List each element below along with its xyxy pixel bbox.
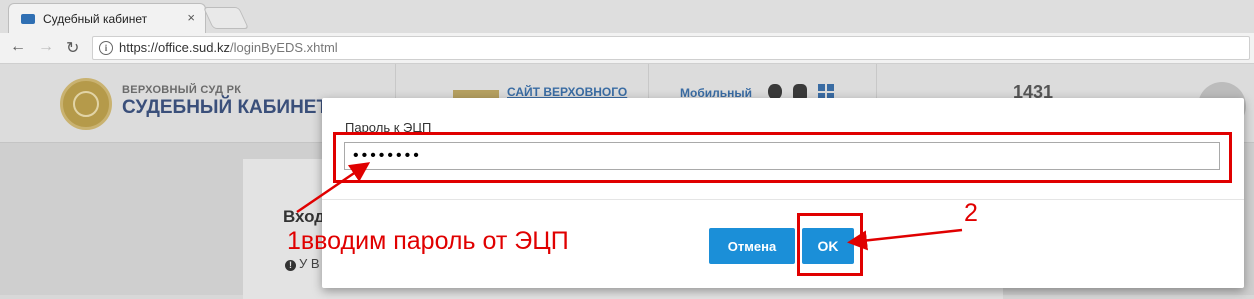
emblem-inner [73,91,99,117]
ok-highlight-box [797,213,863,276]
dialog-divider [322,199,1244,200]
browser-tab[interactable]: Судебный кабинет × [8,3,206,34]
password-dialog: Пароль к ЭЦП Отмена OK [322,98,1244,288]
password-highlight-box [333,132,1232,183]
emblem-icon [60,78,112,130]
url-host: https://office.sud.kz [119,40,231,55]
browser-tabstrip: Судебный кабинет × [0,0,1254,34]
address-bar[interactable]: i https://office.sud.kz/loginByEDS.xhtml [92,36,1250,60]
brand-subtitle: ВЕРХОВНЫЙ СУД РК [122,84,242,96]
supreme-court-site-link[interactable]: САЙТ ВЕРХОВНОГО [507,85,627,99]
alert-icon: ! [285,260,296,271]
reload-icon[interactable]: ↻ [66,38,79,58]
url-text: https://office.sud.kz/loginByEDS.xhtml [119,40,338,55]
tab-title: Судебный кабинет [43,12,148,26]
login-note-text: У В [299,256,320,271]
close-icon[interactable]: × [187,10,195,25]
annotation-step2: 2 [964,199,978,227]
info-icon[interactable]: i [99,41,113,55]
cancel-button[interactable]: Отмена [709,228,795,264]
login-note: ! У В [285,256,320,271]
forward-icon[interactable]: → [38,38,54,56]
url-path: /loginByEDS.xhtml [230,40,338,55]
login-title: Вход [283,207,326,226]
brand-title[interactable]: СУДЕБНЫЙ КАБИНЕТ [122,97,328,119]
annotation-step1: 1вводим пароль от ЭЦП [287,227,569,255]
back-icon[interactable]: ← [10,38,26,56]
favicon-icon [21,14,35,24]
browser-toolbar: ← → ↻ i https://office.sud.kz/loginByEDS… [0,33,1254,64]
new-tab-button[interactable] [202,7,250,29]
